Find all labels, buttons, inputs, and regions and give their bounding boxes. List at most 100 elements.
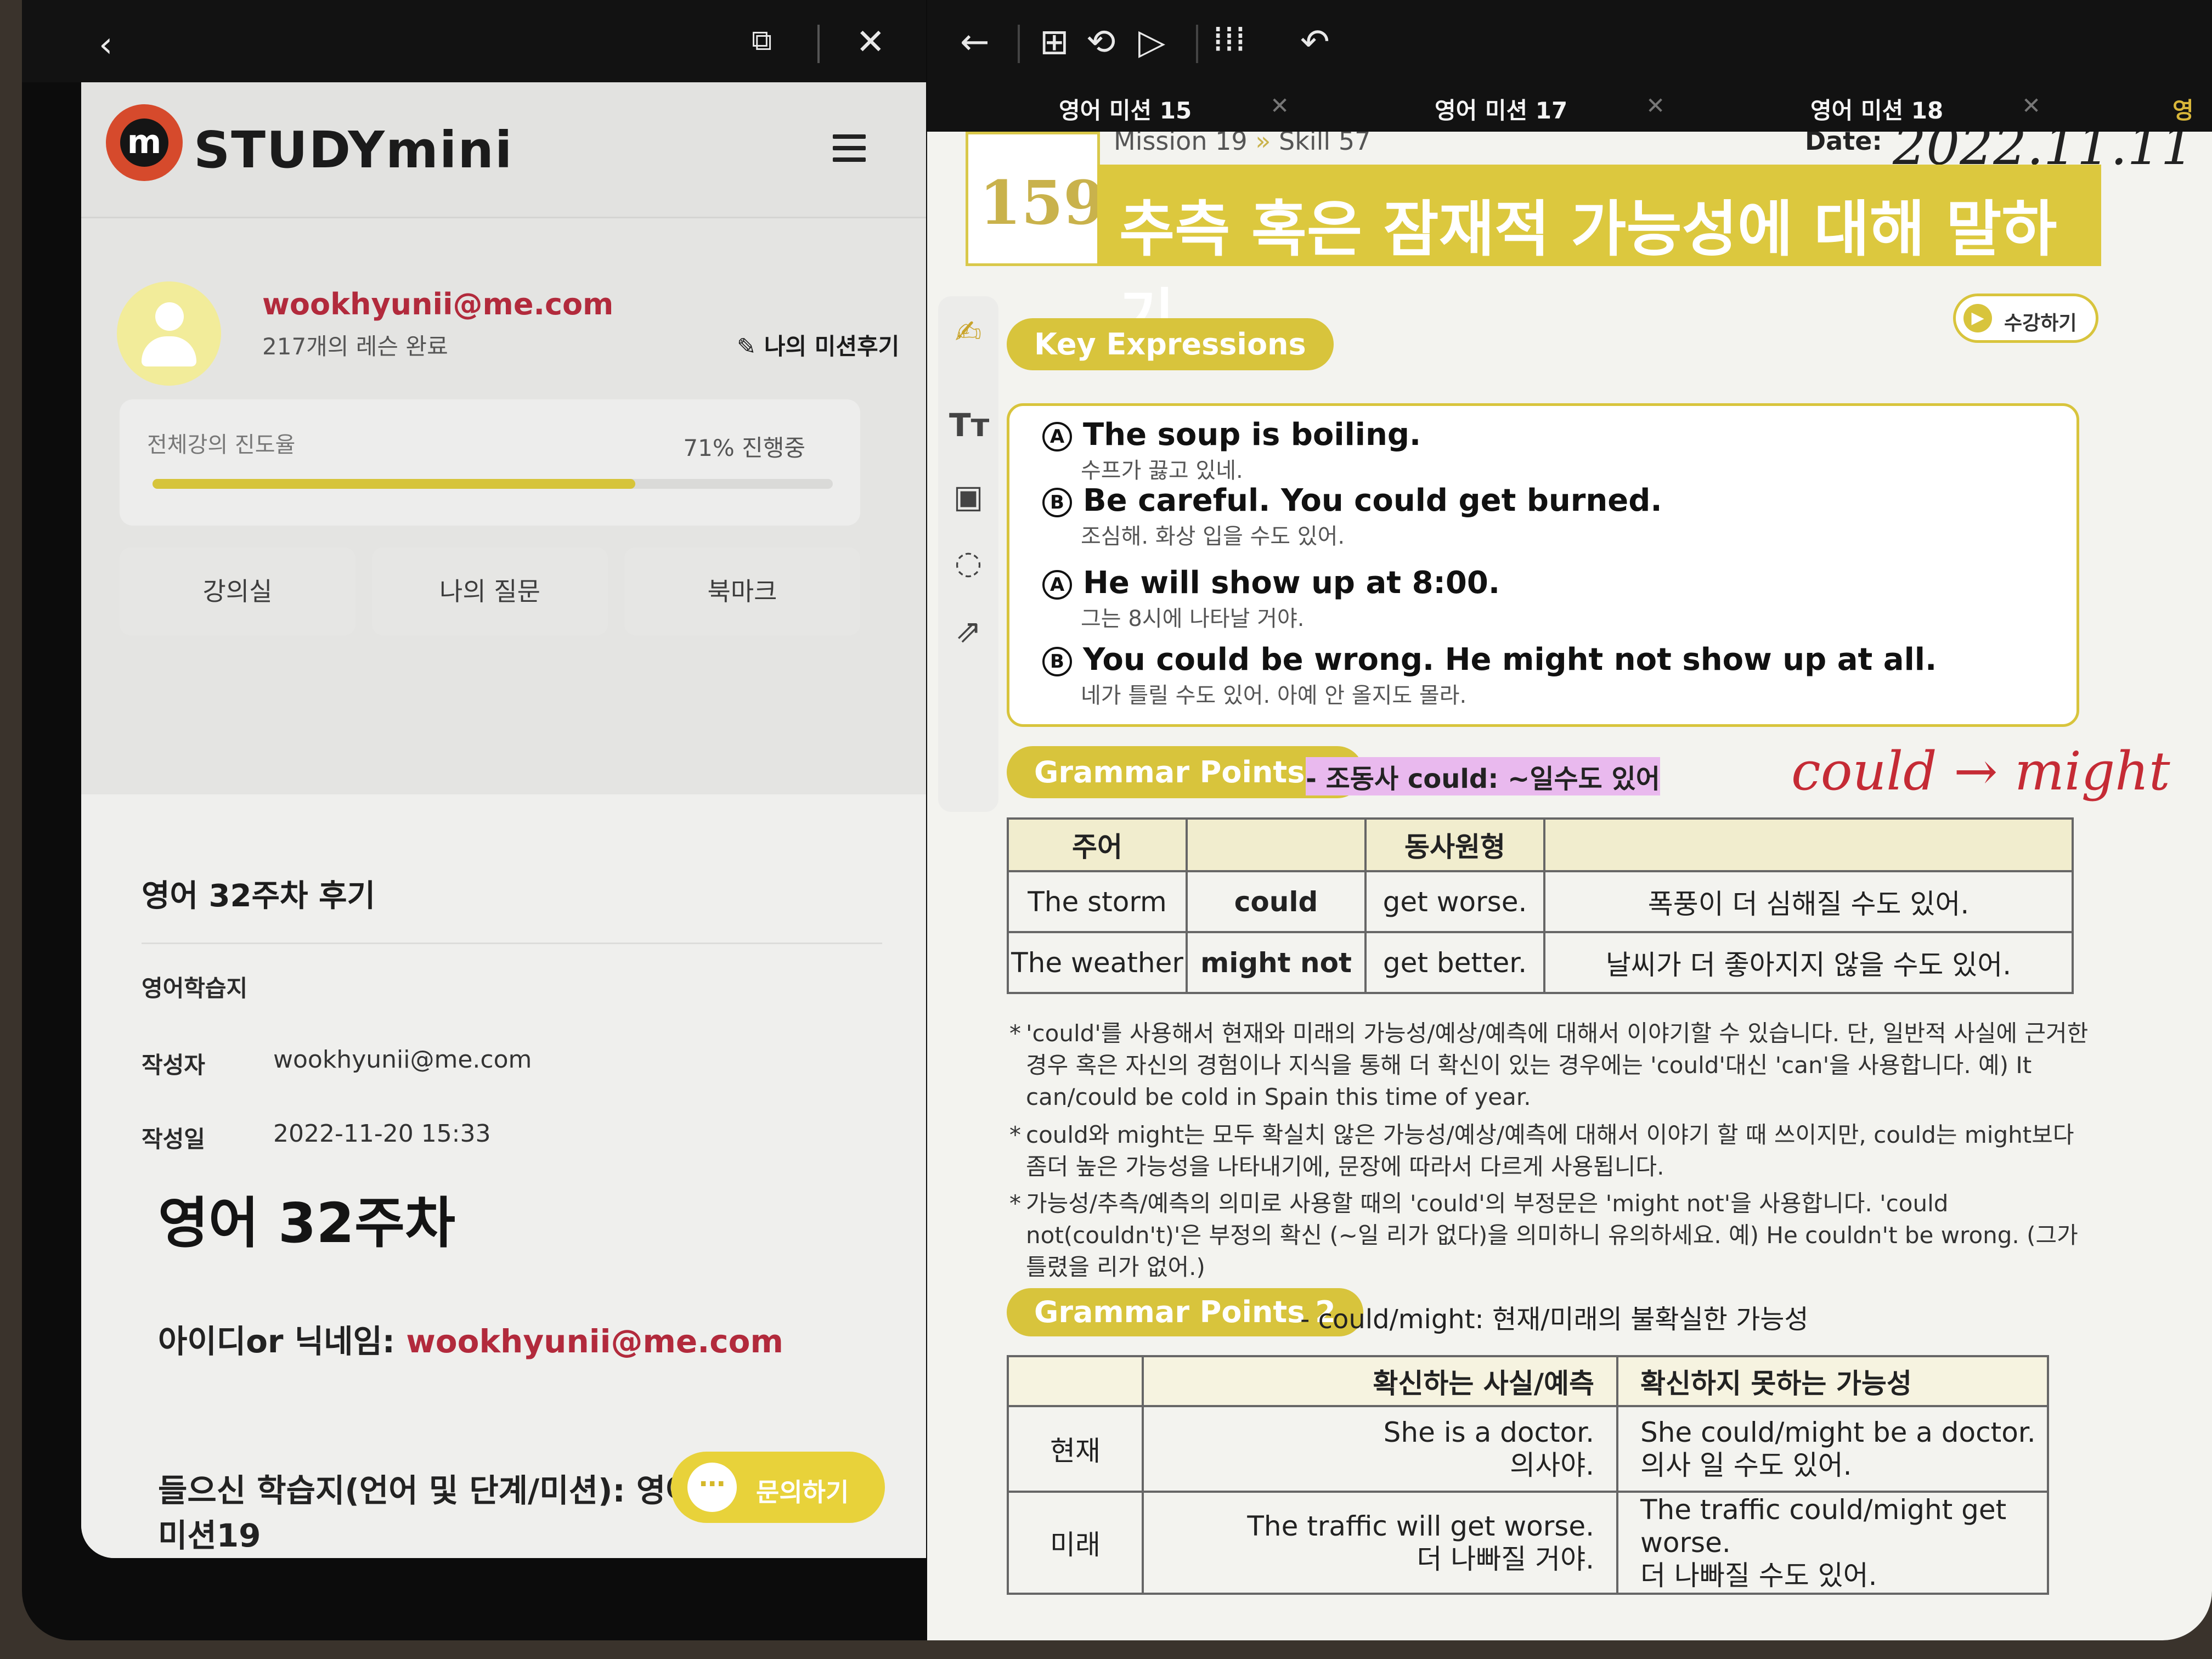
table-header	[1007, 1355, 1144, 1407]
table-cell: could	[1186, 870, 1367, 933]
table-cell: She is a doctor. 의사야.	[1142, 1405, 1618, 1493]
expression-en: You could be wrong. He might not show up…	[1083, 642, 1937, 678]
watch-label: 수강하기	[2004, 312, 2077, 335]
mission-review-label: 나의 미션후기	[764, 333, 900, 360]
review-title: 영어 32주차 후기	[142, 878, 376, 914]
bookmark-button[interactable]: 북마크	[624, 548, 860, 635]
my-questions-button[interactable]: 나의 질문	[372, 548, 608, 635]
grammar-points-1-subtitle: - 조동사 could: ~일수도 있어	[1306, 757, 1660, 795]
lesson-number: 159	[979, 167, 1105, 238]
text-tool-icon[interactable]: Tт	[949, 406, 989, 444]
expression-ko: 수프가 끓고 있네.	[1081, 458, 1243, 483]
table-header: 확신하는 사실/예측	[1142, 1355, 1618, 1407]
skill-number: Skill 57	[1279, 132, 1371, 156]
post-title: 영어 32주차	[158, 1191, 455, 1255]
table-cell: The traffic could/might get worse. 더 나빠질 …	[1616, 1491, 2049, 1595]
author-label: 작성자	[142, 1052, 205, 1079]
row-label: 현재	[1007, 1405, 1144, 1493]
present-icon[interactable]: ▷	[1138, 25, 1165, 60]
play-icon: ▶	[1963, 304, 1992, 332]
table-cell: The storm	[1007, 870, 1188, 933]
logo-letter: m	[120, 119, 168, 167]
bullet: *	[1009, 1020, 1021, 1047]
author-value: wookhyunii@me.com	[273, 1046, 532, 1074]
table-header-row: 확신하는 사실/예측 확신하지 못하는 가능성	[1007, 1355, 2049, 1407]
date-label: Date:	[1805, 132, 1882, 156]
table-cell: 폭풍이 더 심해질 수도 있어.	[1543, 870, 2074, 933]
back-arrow-icon[interactable]: ←	[960, 25, 990, 60]
grammar-table-2: 확신하는 사실/예측 확신하지 못하는 가능성 현재 She is a doct…	[1007, 1355, 2049, 1595]
expression-4: B You could be wrong. He might not show u…	[1042, 642, 1937, 709]
speaker-badge: B	[1042, 646, 1072, 676]
note-text: could와 might는 모두 확실치 않은 가능성/예상/예측에 대해서 이…	[1026, 1121, 2074, 1180]
my-mission-review-link[interactable]: ✎ 나의 미션후기	[737, 328, 899, 362]
tab-mission-17[interactable]: 영어 미션 17	[1435, 92, 1567, 126]
pen-tool-icon[interactable]: ✍	[949, 313, 988, 351]
mission-number: Mission 19	[1114, 132, 1248, 156]
back-chevron-icon[interactable]: ‹	[99, 27, 113, 63]
inquiry-button[interactable]: ⋯ 문의하기	[671, 1452, 885, 1523]
row-label: 미래	[1007, 1491, 1144, 1595]
table-header	[1543, 817, 2074, 872]
expression-3: A He will show up at 8:00. 그는 8시에 나타날 거야.	[1042, 565, 1500, 633]
grammar-note-1: * 'could'를 사용해서 현재와 미래의 가능성/예상/예측에 대해서 이…	[1009, 1018, 2101, 1113]
table-header-row: 주어 동사원형	[1007, 817, 2074, 872]
expression-en: The soup is boiling.	[1083, 417, 1421, 453]
table-row: 현재 She is a doctor. 의사야. She could/might …	[1007, 1405, 2049, 1493]
table-cell: She could/might be a doctor. 의사 일 수도 있어.	[1616, 1405, 2049, 1493]
expression-ko: 조심해. 화상 입을 수도 있어.	[1081, 524, 1345, 549]
comment-tool-icon[interactable]: ◌	[949, 543, 988, 582]
rotate-page-icon[interactable]: ⟲	[1086, 25, 1116, 60]
note-text: 'could'를 사용해서 현재와 미래의 가능성/예상/예측에 대해서 이야기…	[1026, 1020, 2089, 1110]
tab-close-icon[interactable]: ✕	[1646, 92, 1665, 119]
progress-bar	[153, 479, 833, 489]
watch-lecture-button[interactable]: ▶ 수강하기	[1953, 294, 2098, 343]
speaker-badge: A	[1042, 569, 1072, 600]
inquiry-label: 문의하기	[756, 1477, 849, 1507]
key-expressions-box: A The soup is boiling. 수프가 끓고 있네. B Be car…	[1007, 403, 2079, 727]
brand-name: STUDYmini	[194, 121, 514, 179]
document-tabs: 영어 미션 15 ✕ 영어 미션 17 ✕ 영어 미션 18 ✕ 영어	[927, 82, 2212, 157]
expression-ko: 네가 틀릴 수도 있어. 아예 안 올지도 몰라.	[1081, 683, 1467, 708]
cell-en: The traffic could/might get worse.	[1640, 1494, 2007, 1559]
cell-en: She could/might be a doctor.	[1640, 1417, 2036, 1448]
bullet: *	[1009, 1121, 1021, 1148]
lessons-count: 217개의 레슨 완료	[262, 333, 448, 360]
divider	[1196, 25, 1198, 63]
progress-value: 71% 진행중	[683, 435, 805, 461]
divider	[1018, 25, 1020, 63]
table-header: 확신하지 못하는 가능성	[1616, 1355, 2049, 1407]
tab-mission-18[interactable]: 영어 미션 18	[1810, 92, 1943, 126]
image-tool-icon[interactable]: ▣	[949, 477, 988, 516]
studymini-panel: m STUDYmini wookhyunii@me.com 217개의 레슨 완…	[81, 82, 926, 1558]
table-cell: get better.	[1364, 931, 1545, 994]
avatar-body	[142, 336, 196, 366]
classroom-button[interactable]: 강의실	[120, 548, 356, 635]
expression-en: He will show up at 8:00.	[1083, 565, 1500, 601]
speaker-badge: B	[1042, 487, 1072, 517]
undo-icon[interactable]: ↶	[1300, 25, 1330, 60]
review-post: 영어 32주차 후기 영어학습지 작성자 wookhyunii@me.com 작…	[81, 794, 926, 1558]
menu-icon[interactable]	[833, 134, 866, 162]
annotation-toolbar: ✍ Tт ▣ ◌ ⇗	[938, 296, 998, 812]
table-header: 주어	[1007, 817, 1188, 872]
tab-close-icon[interactable]: ✕	[2022, 92, 2041, 119]
grammar-table-1: 주어 동사원형 The storm could get worse. 폭풍이 더…	[1007, 817, 2074, 994]
grid-icon[interactable]: ⊞	[1040, 25, 1069, 60]
viewer-toolbar: ← ⊞ ⟲ ▷ ⁞⁞⁞ ↶	[927, 0, 2212, 82]
category-label: 영어학습지	[142, 975, 248, 1002]
share-tool-icon[interactable]: ⇗	[949, 612, 988, 650]
split-view-icon[interactable]: ⧉	[752, 26, 772, 55]
note-text: 가능성/추측/예측의 의미로 사용할 때의 'could'의 부정문은 'mig…	[1026, 1190, 2078, 1280]
cell-ko: 더 나빠질 거야.	[1417, 1543, 1594, 1575]
apps-icon[interactable]: ⁞⁞⁞	[1212, 22, 1246, 57]
tab-mission-15[interactable]: 영어 미션 15	[1059, 92, 1192, 126]
cell-ko: 의사야.	[1510, 1449, 1594, 1481]
id-value: wookhyunii@me.com	[406, 1323, 783, 1360]
left-top-bar: ‹ ⧉ ✕	[22, 0, 926, 82]
tab-close-icon[interactable]: ✕	[1270, 92, 1289, 119]
expression-1: A The soup is boiling. 수프가 끓고 있네.	[1042, 417, 1421, 484]
avatar-head	[155, 302, 184, 331]
close-icon[interactable]: ✕	[856, 25, 885, 60]
key-expressions-pill: Key Expressions	[1007, 318, 1334, 370]
